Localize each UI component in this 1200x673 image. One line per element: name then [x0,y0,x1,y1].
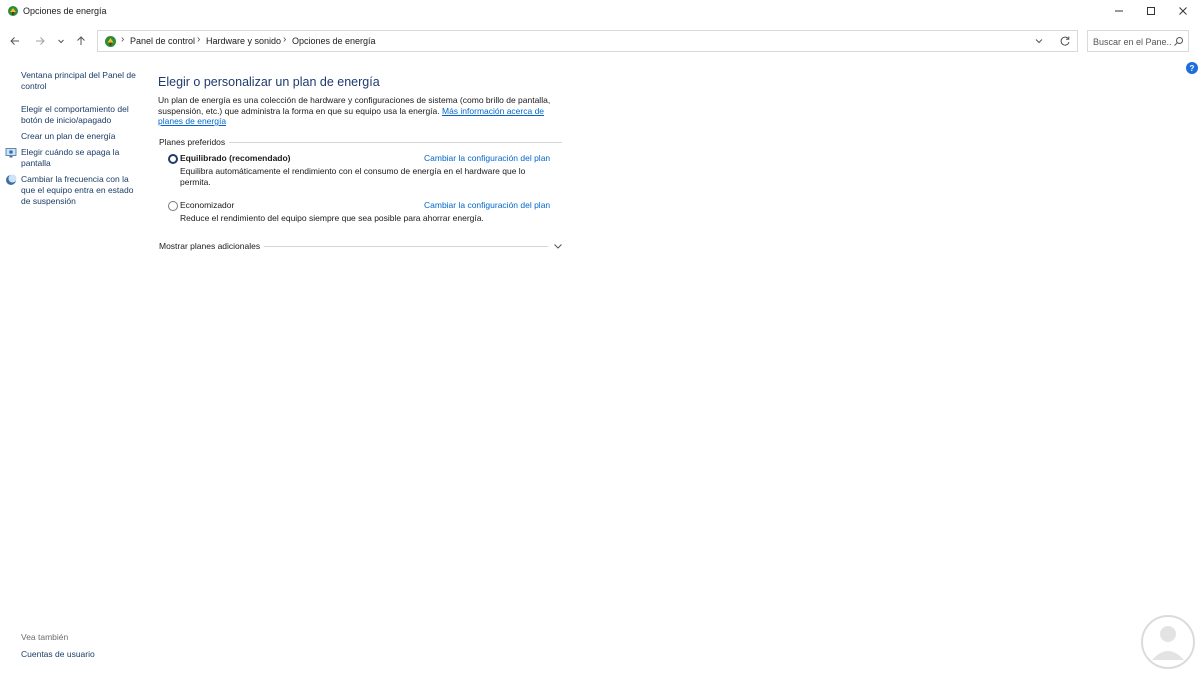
show-additional-plans-label[interactable]: Mostrar planes adicionales [159,241,265,251]
preferred-plans-header: Planes preferidos [158,137,562,149]
up-button[interactable] [71,31,91,51]
left-pane: Ventana principal del Panel de control E… [0,60,145,673]
breadcrumb-hardware-y-sonido[interactable]: Hardware y sonido [206,36,281,46]
change-plan-settings-link[interactable]: Cambiar la configuración del plan [424,153,550,163]
sidebar-item-cuentas-usuario[interactable]: Cuentas de usuario [21,649,136,660]
window-title: Opciones de energía [23,6,107,16]
breadcrumb-separator-icon[interactable]: › [283,34,286,45]
plan-name[interactable]: Economizador [180,200,234,210]
see-also-heading: Vea también [21,632,69,642]
show-additional-plans[interactable]: Mostrar planes adicionales [158,241,564,253]
intro-text: Un plan de energía es una colección de h… [158,95,568,127]
minimize-icon [1115,10,1123,12]
address-dropdown-icon[interactable] [1032,35,1046,47]
power-options-icon [8,6,18,16]
close-icon [1179,7,1187,15]
plan-radio-equilibrado[interactable] [168,154,178,164]
back-button[interactable] [5,31,25,51]
forward-button[interactable] [30,31,50,51]
maximize-icon [1147,7,1155,15]
moon-icon [6,174,17,185]
title-bar: Opciones de energía [0,0,1200,24]
change-plan-settings-link[interactable]: Cambiar la configuración del plan [424,200,550,210]
minimize-button[interactable] [1102,0,1136,22]
address-bar[interactable]: › Panel de control › Hardware y sonido ›… [97,30,1078,52]
plan-radio-economizador[interactable] [168,201,178,211]
maximize-button[interactable] [1134,0,1168,22]
divider [262,246,548,247]
arrow-left-icon [10,37,19,45]
monitor-icon [5,148,17,158]
sidebar-item-apagar-pantalla[interactable]: Elegir cuándo se apaga la pantalla [21,147,136,169]
plan-name[interactable]: Equilibrado (recomendado) [180,153,291,163]
sidebar-item-boton-inicio-apagado[interactable]: Elegir el comportamiento del botón de in… [21,104,136,126]
divider [224,142,562,143]
sidebar-item-panel-principal[interactable]: Ventana principal del Panel de control [21,70,136,92]
plan-description: Reduce el rendimiento del equipo siempre… [180,213,484,223]
refresh-icon[interactable] [1058,34,1072,48]
recent-locations-button[interactable] [51,31,71,51]
preferred-plans-label: Planes preferidos [159,137,230,147]
watermark-logo [1141,615,1195,669]
plan-description: Equilibra automáticamente el rendimiento… [180,166,526,187]
arrow-up-icon [77,36,85,45]
search-input[interactable] [1093,35,1171,48]
arrow-right-icon [36,37,45,45]
search-box[interactable] [1087,30,1189,52]
close-button[interactable] [1166,0,1200,22]
power-options-icon [105,36,116,47]
search-icon[interactable] [1173,36,1184,47]
chevron-down-icon[interactable] [552,240,564,252]
breadcrumb-separator-icon[interactable]: › [197,34,200,45]
breadcrumb-opciones-de-energia[interactable]: Opciones de energía [292,36,376,46]
breadcrumb-panel-de-control[interactable]: Panel de control [130,36,195,46]
breadcrumb-separator-icon[interactable]: › [121,34,124,45]
navigation-bar: › Panel de control › Hardware y sonido ›… [0,26,1200,56]
sidebar-item-suspension[interactable]: Cambiar la frecuencia con la que el equi… [21,174,136,207]
sidebar-item-crear-plan[interactable]: Crear un plan de energía [21,131,136,142]
chevron-down-icon [58,39,64,44]
page-title: Elegir o personalizar un plan de energía [158,75,380,89]
help-icon[interactable]: ? [1186,62,1198,74]
